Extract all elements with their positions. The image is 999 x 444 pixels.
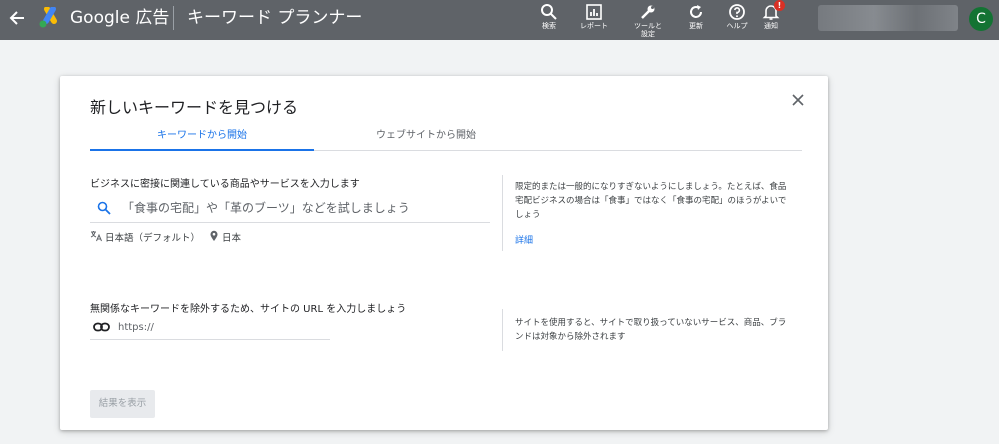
- location-selector[interactable]: 日本: [222, 230, 241, 244]
- nav-label: 検索: [542, 22, 556, 30]
- nav-refresh-button[interactable]: 更新: [674, 3, 718, 37]
- wrench-icon: [641, 5, 655, 19]
- notification-badge: !: [774, 0, 785, 11]
- header-divider: [173, 6, 174, 30]
- google-ads-logo[interactable]: [38, 7, 62, 29]
- keyword-dialog: 新しいキーワードを見つける キーワードから開始 ウェブサイトから開始 ビジネスに…: [60, 76, 828, 430]
- nav-label: 通知: [764, 22, 778, 30]
- site-input-underline: [90, 339, 330, 340]
- site-section-label: 無関係なキーワードを除外するため、サイトの URL を入力しましょう: [90, 304, 407, 315]
- search-icon: [541, 4, 557, 20]
- hint-divider: [502, 175, 503, 251]
- language-selector[interactable]: 日本語（デフォルト）: [105, 230, 200, 244]
- tool-title: キーワード プランナー: [187, 8, 363, 28]
- nav-label: レポート: [580, 22, 608, 30]
- keyword-section-label: ビジネスに密接に関連している商品やサービスを入力します: [90, 179, 360, 190]
- nav-label: 更新: [689, 22, 703, 30]
- keyword-hint: 限定的または一般的になりすぎないようにしましょう。たとえば、食品宅配ビジネスの場…: [515, 182, 787, 220]
- nav-search-button[interactable]: 検索: [527, 3, 571, 37]
- tab-bar: キーワードから開始 ウェブサイトから開始: [90, 122, 802, 151]
- tab-keywords[interactable]: キーワードから開始: [90, 126, 314, 151]
- search-icon: [97, 201, 111, 215]
- tab-website[interactable]: ウェブサイトから開始: [314, 126, 538, 151]
- site-hint: サイトを使用すると、サイトで取り扱っていないサービス、商品、ブランドは対象から除…: [515, 318, 787, 342]
- hint-divider: [502, 309, 503, 351]
- brand-name: Google 広告: [70, 8, 170, 28]
- nav-notifications-button[interactable]: ! 通知: [749, 0, 793, 37]
- nav-label: ツールと設定: [634, 22, 662, 38]
- close-icon[interactable]: [791, 93, 805, 107]
- top-bar: Google 広告 キーワード プランナー 検索 レポート ツールと設定 更新 …: [0, 0, 999, 40]
- arrow-left-icon[interactable]: [8, 7, 26, 29]
- refresh-icon: [690, 5, 702, 18]
- avatar[interactable]: C: [969, 7, 993, 31]
- nav-reports-button[interactable]: レポート: [572, 3, 616, 37]
- site-url-input[interactable]: [118, 318, 318, 336]
- dialog-title: 新しいキーワードを見つける: [90, 98, 299, 117]
- show-results-button[interactable]: 結果を表示: [90, 390, 155, 418]
- details-link[interactable]: 詳細: [515, 233, 533, 246]
- help-icon: [729, 4, 745, 20]
- bar-chart-icon: [586, 4, 602, 20]
- keyword-input-underline: [90, 222, 490, 223]
- translate-icon: [90, 231, 102, 242]
- keyword-input[interactable]: [122, 198, 482, 218]
- nav-tools-button[interactable]: ツールと設定: [626, 3, 670, 38]
- active-tab-indicator: [90, 149, 314, 151]
- location-pin-icon: [210, 230, 218, 241]
- link-icon: [93, 322, 110, 332]
- account-info[interactable]: [818, 5, 958, 31]
